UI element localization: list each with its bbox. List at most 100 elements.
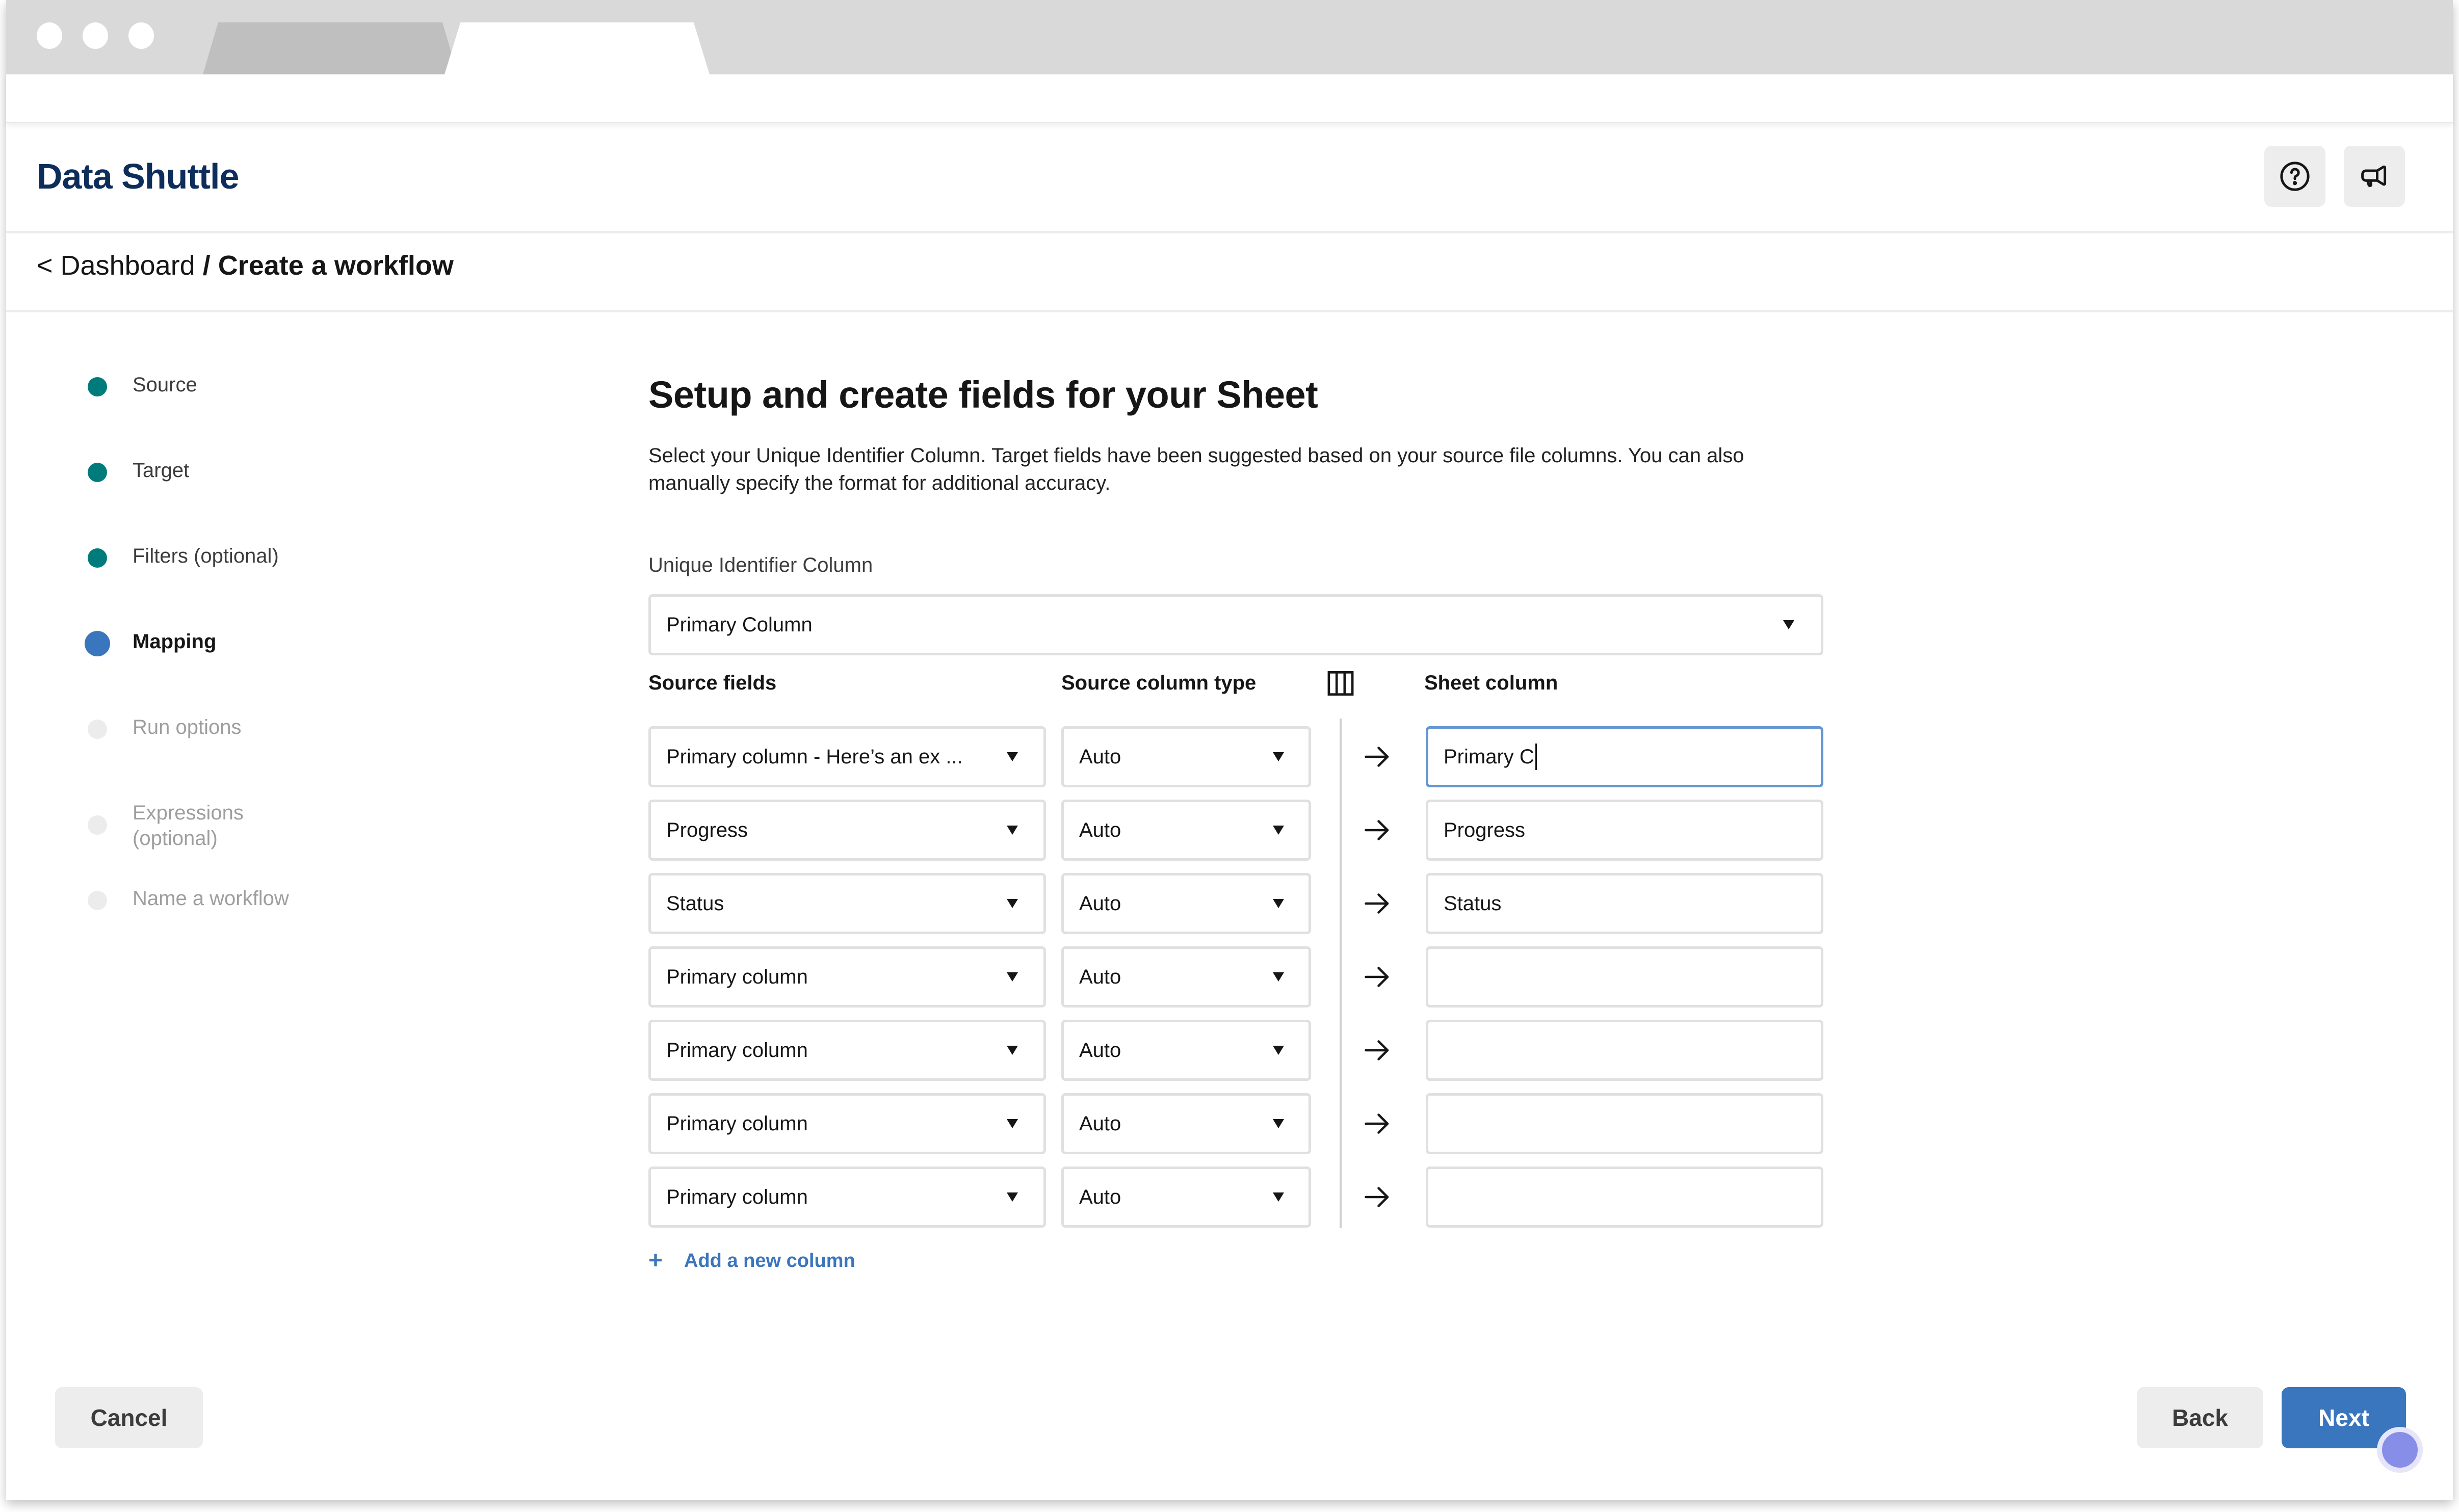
arrow-right-icon: [1362, 741, 1393, 772]
caret-down-icon: [1007, 826, 1018, 835]
arrow-right-icon: [1362, 888, 1393, 919]
columns-icon[interactable]: [1327, 671, 1354, 696]
wizard-steps: Source Target Filters (optional) Mapping…: [85, 372, 289, 971]
mapping-row: Primary column Auto: [648, 1166, 1823, 1228]
caret-down-icon: [1273, 752, 1284, 761]
sheet-column-input[interactable]: [1426, 800, 1823, 861]
arrow-right-icon: [1362, 1182, 1393, 1212]
source-field-select[interactable]: Primary column: [648, 946, 1046, 1007]
step-label: Mapping: [133, 630, 217, 653]
breadcrumb-dashboard-link[interactable]: < Dashboard: [37, 250, 195, 281]
help-circle-icon: [2280, 162, 2310, 191]
caret-down-icon: [1007, 1119, 1018, 1128]
window-maximize-button[interactable]: [128, 22, 154, 49]
page-description: Select your Unique Identifier Column. Ta…: [648, 444, 1744, 494]
select-value: Auto: [1079, 1112, 1121, 1135]
select-value: Primary column: [666, 965, 808, 988]
sheet-column-input[interactable]: [1426, 726, 1823, 787]
caret-down-icon: [1007, 1192, 1018, 1202]
arrow-right-icon: [1362, 1035, 1393, 1066]
browser-tab-active[interactable]: [444, 22, 710, 74]
select-value: Auto: [1079, 745, 1121, 768]
sheet-column-input[interactable]: [1426, 1166, 1823, 1228]
arrow-right-icon: [1362, 1108, 1393, 1139]
step-complete-indicator: [88, 377, 107, 396]
source-type-select[interactable]: Auto: [1061, 873, 1311, 934]
unique-identifier-select[interactable]: Primary Column: [648, 594, 1823, 655]
caret-down-icon: [1783, 620, 1794, 629]
step-filters[interactable]: Filters (optional): [88, 543, 289, 629]
source-field-select[interactable]: Primary column - Here’s an ex ...: [648, 726, 1046, 787]
select-value: Progress: [666, 818, 748, 841]
source-field-select[interactable]: Primary column: [648, 1093, 1046, 1154]
source-field-select[interactable]: Primary column: [648, 1166, 1046, 1228]
caret-down-icon: [1273, 899, 1284, 908]
step-label-line1: Expressions: [133, 802, 244, 824]
source-type-select[interactable]: Auto: [1061, 1166, 1311, 1228]
source-type-select[interactable]: Auto: [1061, 946, 1311, 1007]
select-value: Auto: [1079, 892, 1121, 915]
text-cursor: [1535, 744, 1537, 770]
sheet-column-input[interactable]: [1426, 1020, 1823, 1081]
mapping-row: Primary column - Here’s an ex ... Auto: [648, 726, 1823, 787]
mapping-row: Primary column Auto: [648, 1093, 1823, 1154]
announcements-button[interactable]: [2344, 146, 2405, 207]
step-pending-indicator: [88, 720, 107, 739]
sheet-column-input[interactable]: [1426, 946, 1823, 1007]
step-run-options: Run options: [88, 714, 289, 800]
caret-down-icon: [1273, 1046, 1284, 1055]
column-header-sheet-column: Sheet column: [1424, 672, 1558, 694]
select-value: Primary column - Here’s an ex ...: [666, 745, 963, 768]
step-active-indicator: [85, 631, 110, 656]
mapping-row: Progress Auto: [648, 800, 1823, 861]
caret-down-icon: [1007, 752, 1018, 761]
browser-tab-inactive[interactable]: [203, 22, 458, 74]
select-value: Auto: [1079, 1039, 1121, 1062]
step-mapping[interactable]: Mapping: [85, 629, 289, 714]
back-button[interactable]: Back: [2137, 1387, 2263, 1448]
step-label: Source: [133, 374, 197, 396]
caret-down-icon: [1273, 1192, 1284, 1202]
window-minimize-button[interactable]: [83, 22, 108, 49]
divider: [6, 310, 2453, 312]
mapping-row: Primary column Auto: [648, 946, 1823, 1007]
sheet-column-input[interactable]: [1426, 873, 1823, 934]
step-complete-indicator: [88, 463, 107, 482]
cancel-button[interactable]: Cancel: [55, 1387, 203, 1448]
step-pending-indicator: [88, 891, 107, 910]
select-value: Primary column: [666, 1112, 808, 1135]
select-value: Auto: [1079, 818, 1121, 841]
caret-down-icon: [1273, 826, 1284, 835]
add-column-button[interactable]: + Add a new column: [648, 1249, 855, 1273]
mapping-row: Status Auto: [648, 873, 1823, 934]
select-value: Primary column: [666, 1185, 808, 1208]
step-target[interactable]: Target: [88, 458, 289, 543]
select-value: Primary Column: [666, 613, 813, 636]
help-button[interactable]: [2264, 146, 2325, 207]
page-title: Setup and create fields for your Sheet: [648, 374, 1318, 416]
step-pending-indicator: [88, 815, 107, 835]
select-value: Auto: [1079, 965, 1121, 988]
window-close-button[interactable]: [37, 22, 62, 49]
browser-window: Data Shuttle < Dashboard / Create a work…: [6, 0, 2453, 1500]
source-type-select[interactable]: Auto: [1061, 1093, 1311, 1154]
source-field-select[interactable]: Progress: [648, 800, 1046, 861]
app-header: Data Shuttle: [6, 124, 2453, 233]
step-name-workflow: Name a workflow: [88, 886, 289, 971]
step-label: Filters (optional): [133, 545, 279, 567]
column-header-source-type: Source column type: [1061, 672, 1257, 694]
step-source[interactable]: Source: [88, 372, 289, 458]
caret-down-icon: [1007, 1046, 1018, 1055]
step-label-line2: (optional): [133, 827, 218, 850]
sheet-column-input[interactable]: [1426, 1093, 1823, 1154]
step-label: Name a workflow: [133, 887, 289, 910]
source-field-select[interactable]: Status: [648, 873, 1046, 934]
source-type-select[interactable]: Auto: [1061, 800, 1311, 861]
column-header-source-fields: Source fields: [648, 672, 777, 694]
caret-down-icon: [1273, 1119, 1284, 1128]
add-column-label: Add a new column: [684, 1250, 855, 1271]
source-type-select[interactable]: Auto: [1061, 1020, 1311, 1081]
source-field-select[interactable]: Primary column: [648, 1020, 1046, 1081]
select-value: Status: [666, 892, 724, 915]
source-type-select[interactable]: Auto: [1061, 726, 1311, 787]
